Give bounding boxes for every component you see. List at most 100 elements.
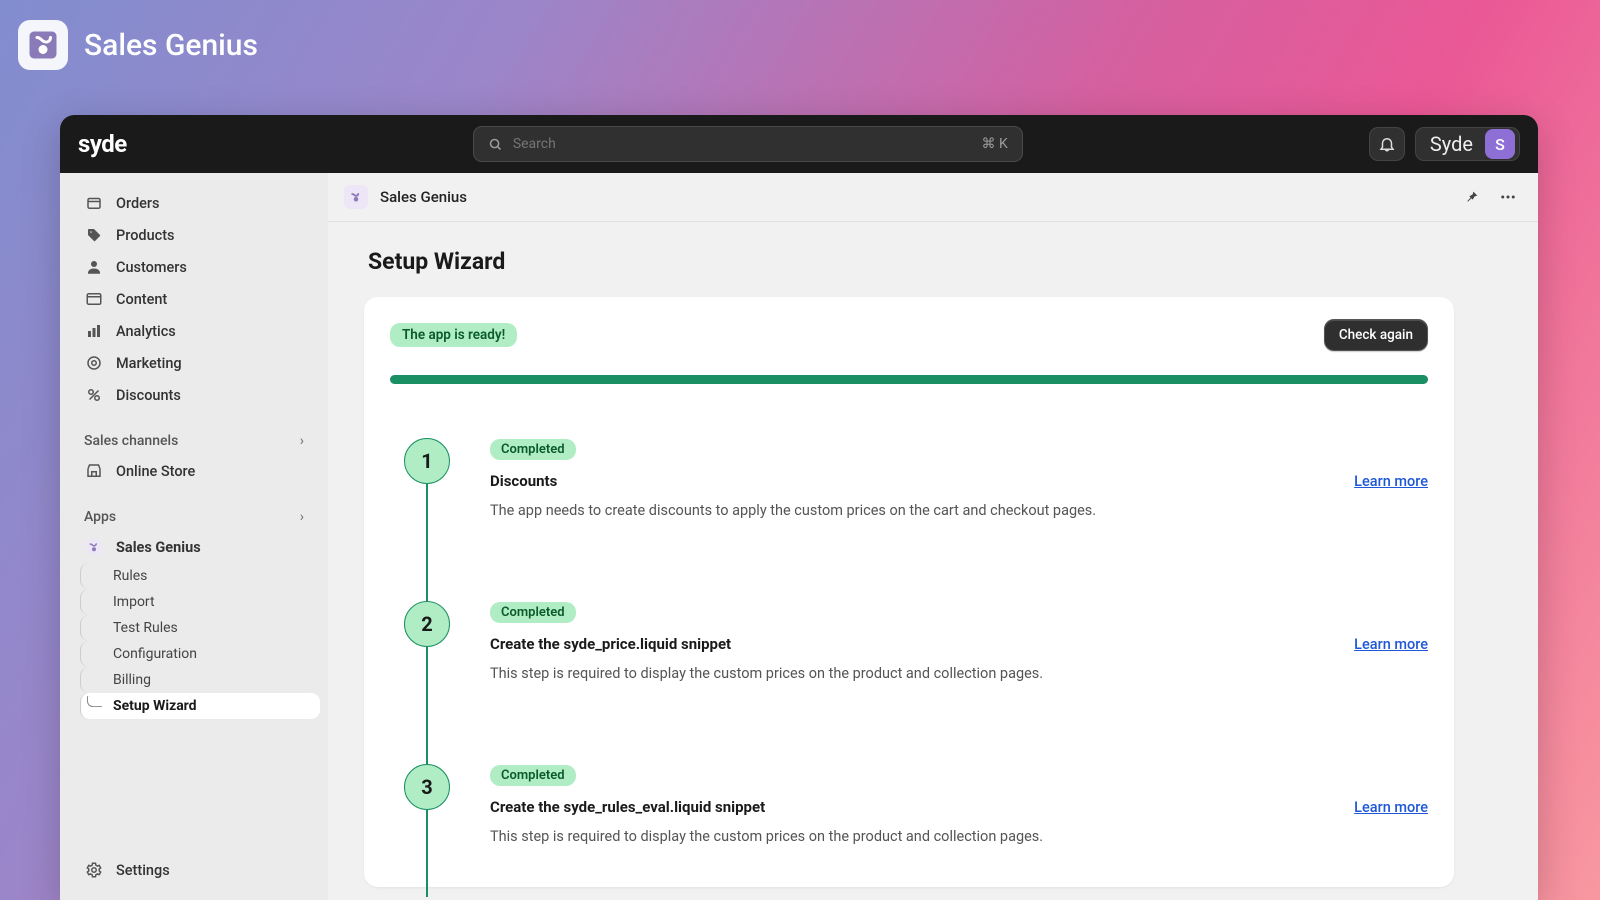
- admin-body: Orders Products Customers Content Analyt…: [60, 173, 1538, 900]
- analytics-icon: [84, 321, 104, 341]
- check-again-button[interactable]: Check again: [1324, 319, 1428, 351]
- sidebar-item-discounts[interactable]: Discounts: [68, 379, 320, 411]
- brand-text: syde: [78, 130, 127, 158]
- learn-more-link[interactable]: Learn more: [1354, 636, 1428, 653]
- sub-label: Rules: [113, 568, 147, 584]
- sidebar: Orders Products Customers Content Analyt…: [60, 173, 328, 900]
- sales-channels-header[interactable]: Sales channels ›: [68, 427, 320, 453]
- page-title: Setup Wizard: [368, 248, 1498, 275]
- progress-fill: [390, 375, 1428, 384]
- step-status-badge: Completed: [490, 439, 576, 460]
- sidebar-item-customers[interactable]: Customers: [68, 251, 320, 283]
- step-number: 1: [404, 438, 450, 484]
- search-icon: [488, 137, 503, 152]
- sub-label: Configuration: [113, 646, 197, 662]
- promo-logo: [18, 20, 68, 70]
- setup-step-3: 3 Completed Create the syde_rules_eval.l…: [390, 764, 1428, 847]
- app-subitem-setup-wizard[interactable]: Setup Wizard: [80, 693, 320, 719]
- learn-more-link[interactable]: Learn more: [1354, 799, 1428, 816]
- search-input[interactable]: [513, 136, 972, 152]
- sidebar-item-label: Online Store: [116, 463, 195, 480]
- sidebar-item-analytics[interactable]: Analytics: [68, 315, 320, 347]
- setup-step-1: 1 Completed Discounts Learn more The app…: [390, 438, 1428, 601]
- sidebar-item-products[interactable]: Products: [68, 219, 320, 251]
- step-status-badge: Completed: [490, 602, 576, 623]
- sidebar-item-settings[interactable]: Settings: [68, 854, 320, 886]
- step-title: Create the syde_price.liquid snippet: [490, 635, 731, 653]
- settings-icon: [84, 860, 104, 880]
- ready-badge: The app is ready!: [390, 323, 517, 347]
- sidebar-item-content[interactable]: Content: [68, 283, 320, 315]
- progress-bar: [390, 375, 1428, 384]
- step-number: 2: [404, 601, 450, 647]
- section-label: Sales channels: [84, 433, 178, 449]
- brand-logo[interactable]: syde: [78, 130, 127, 158]
- sub-label: Import: [113, 594, 155, 610]
- app-subitem-test-rules[interactable]: Test Rules: [80, 615, 320, 641]
- page-content: Setup Wizard The app is ready! Check aga…: [328, 222, 1538, 900]
- sidebar-item-marketing[interactable]: Marketing: [68, 347, 320, 379]
- bell-icon: [1378, 135, 1396, 153]
- account-name: Syde: [1430, 132, 1473, 156]
- pin-button[interactable]: [1458, 183, 1486, 211]
- step-connector: [426, 810, 428, 897]
- step-title: Discounts: [490, 472, 557, 490]
- store-icon: [84, 461, 104, 481]
- learn-more-link[interactable]: Learn more: [1354, 473, 1428, 490]
- section-label: Apps: [84, 509, 116, 525]
- marketing-icon: [84, 353, 104, 373]
- promo-header: Sales Genius: [0, 0, 1600, 90]
- sidebar-item-label: Analytics: [116, 323, 176, 340]
- search-bar[interactable]: ⌘ K: [473, 126, 1023, 162]
- admin-frame: syde ⌘ K Syde S Orders Products: [60, 115, 1538, 900]
- app-subitem-rules[interactable]: Rules: [80, 563, 320, 589]
- setup-step-2: 2 Completed Create the syde_price.liquid…: [390, 601, 1428, 764]
- chevron-right-icon: ›: [300, 509, 304, 525]
- sidebar-item-label: Orders: [116, 195, 160, 212]
- app-header-bar: Sales Genius: [328, 173, 1538, 222]
- sidebar-item-label: Customers: [116, 259, 187, 276]
- sidebar-item-online-store[interactable]: Online Store: [68, 455, 320, 487]
- notifications-button[interactable]: [1369, 127, 1405, 161]
- step-connector: [426, 484, 428, 607]
- sidebar-item-label: Sales Genius: [116, 539, 201, 556]
- step-connector: [426, 647, 428, 770]
- step-number: 3: [404, 764, 450, 810]
- step-description: The app needs to create discounts to app…: [490, 500, 1428, 521]
- step-title: Create the syde_rules_eval.liquid snippe…: [490, 798, 765, 816]
- sidebar-item-label: Content: [116, 291, 167, 308]
- apps-header[interactable]: Apps ›: [68, 503, 320, 529]
- more-button[interactable]: [1494, 183, 1522, 211]
- sidebar-item-label: Products: [116, 227, 175, 244]
- discounts-icon: [84, 385, 104, 405]
- sidebar-item-orders[interactable]: Orders: [68, 187, 320, 219]
- pin-icon: [1464, 189, 1480, 205]
- app-icon: [84, 537, 104, 557]
- sidebar-item-label: Settings: [116, 862, 170, 879]
- app-mini-logo: [344, 185, 368, 209]
- content-icon: [84, 289, 104, 309]
- app-subitem-import[interactable]: Import: [80, 589, 320, 615]
- app-subitem-billing[interactable]: Billing: [80, 667, 320, 693]
- customers-icon: [84, 257, 104, 277]
- chevron-right-icon: ›: [300, 433, 304, 449]
- step-status-badge: Completed: [490, 765, 576, 786]
- orders-icon: [84, 193, 104, 213]
- sub-label: Test Rules: [113, 620, 178, 636]
- avatar: S: [1485, 129, 1515, 159]
- sidebar-app-sales-genius[interactable]: Sales Genius: [68, 531, 320, 563]
- sub-label: Setup Wizard: [113, 698, 197, 714]
- app-header-title: Sales Genius: [380, 188, 467, 206]
- step-description: This step is required to display the cus…: [490, 826, 1428, 847]
- account-menu[interactable]: Syde S: [1415, 127, 1520, 161]
- steps-list: 1 Completed Discounts Learn more The app…: [390, 438, 1428, 847]
- main-content: Sales Genius Setup Wizard The app is rea…: [328, 173, 1538, 900]
- sidebar-item-label: Discounts: [116, 387, 181, 404]
- step-description: This step is required to display the cus…: [490, 663, 1428, 684]
- app-subitem-configuration[interactable]: Configuration: [80, 641, 320, 667]
- products-icon: [84, 225, 104, 245]
- sub-label: Billing: [113, 672, 151, 688]
- more-icon: [1499, 188, 1517, 206]
- sidebar-item-label: Marketing: [116, 355, 182, 372]
- topbar: syde ⌘ K Syde S: [60, 115, 1538, 173]
